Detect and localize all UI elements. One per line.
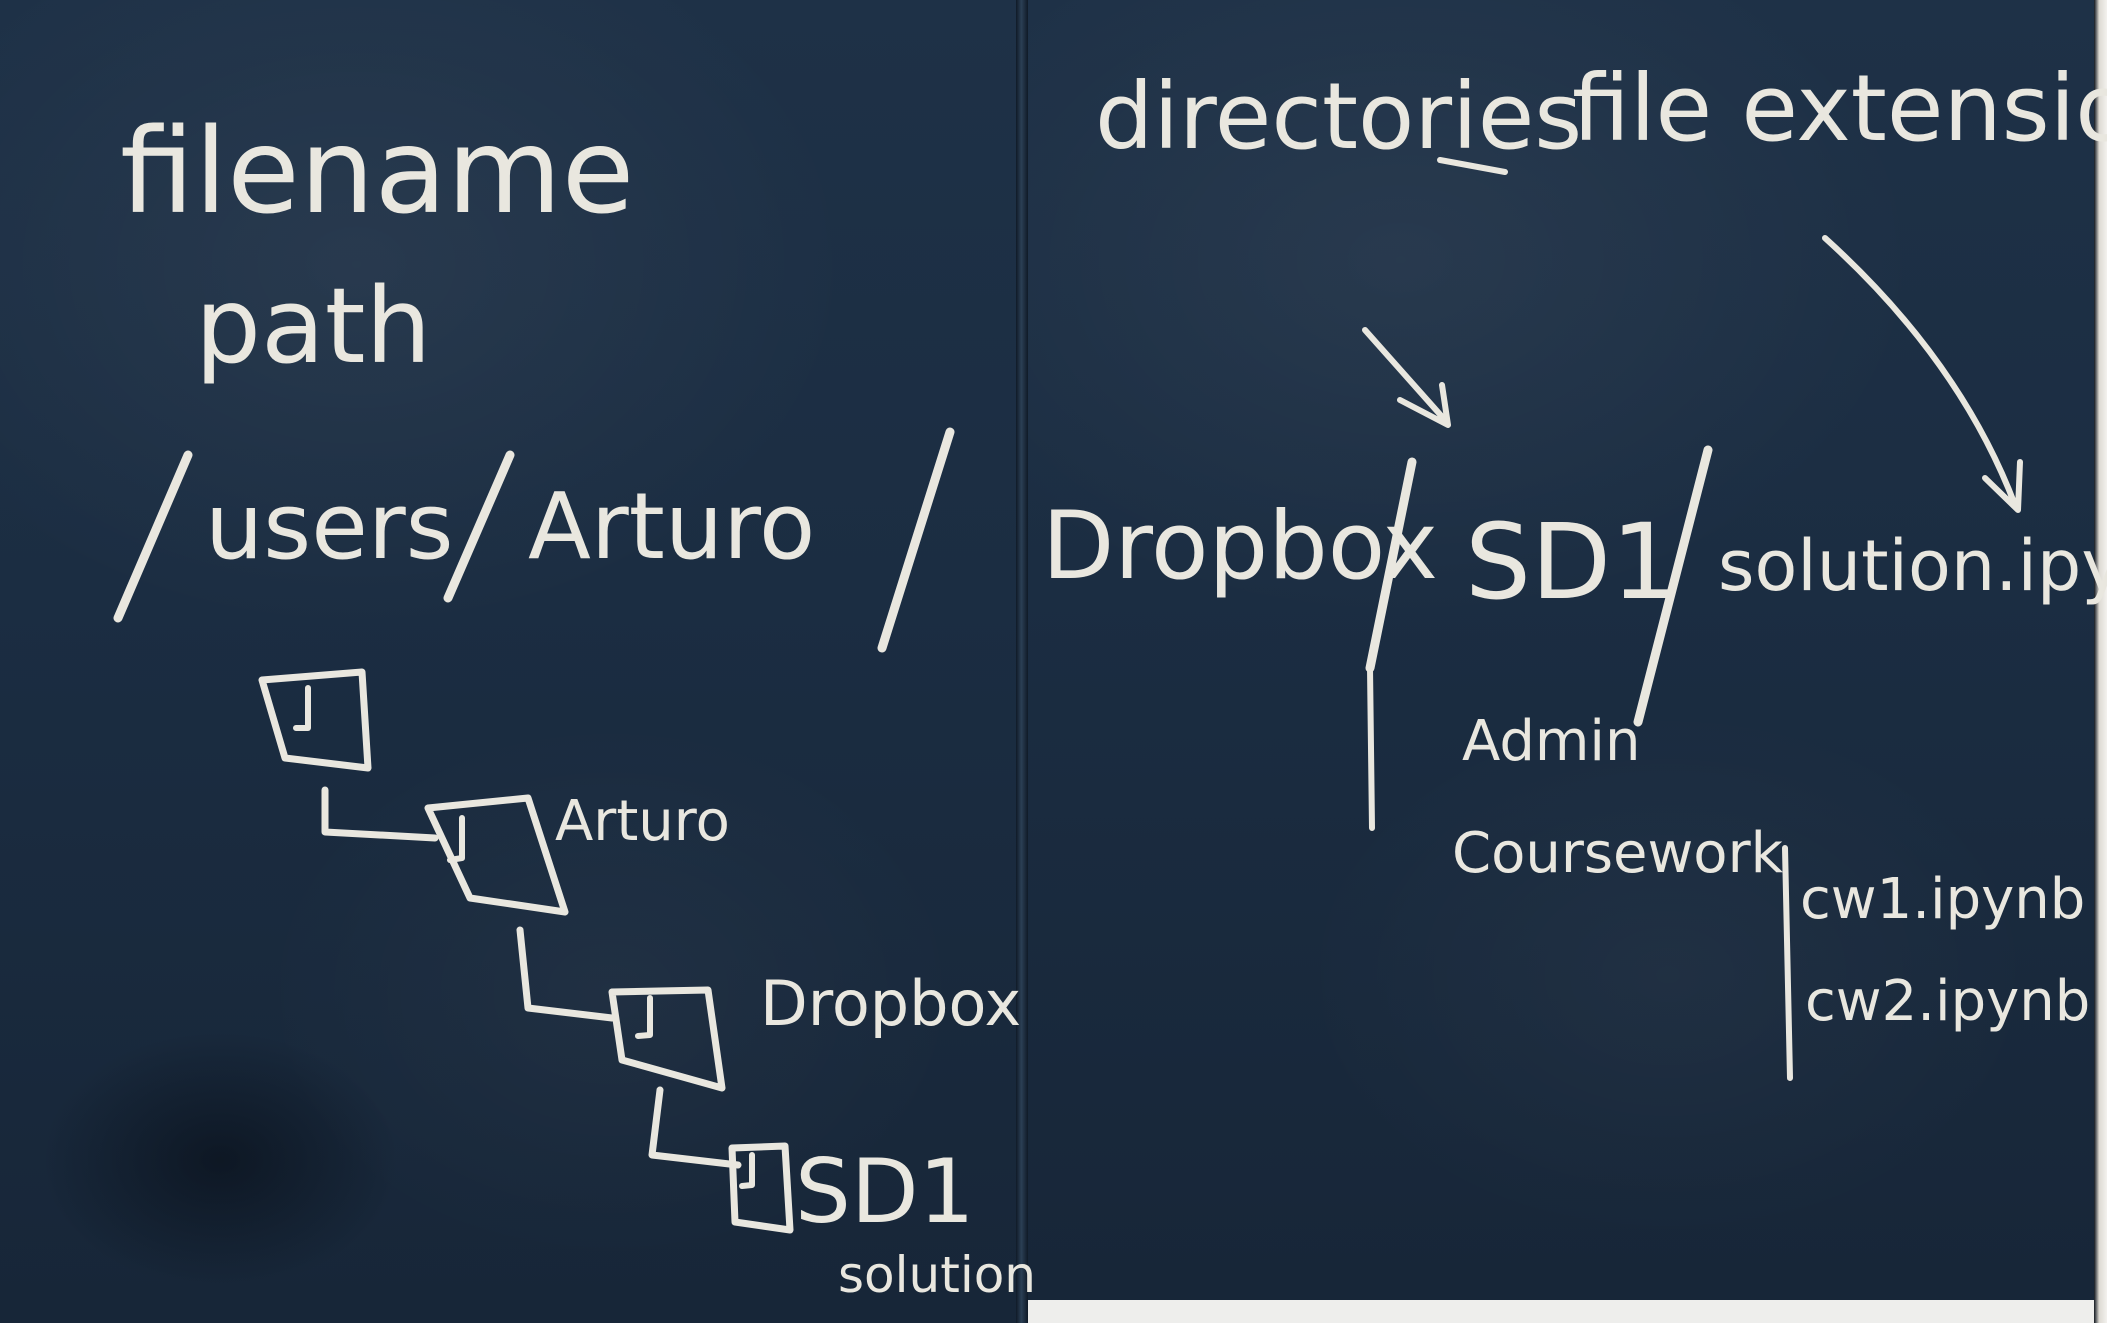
path-slash-1	[113, 450, 193, 623]
path-segment-dropbox: Dropbox	[1042, 492, 1438, 601]
tree-connector	[321, 786, 439, 842]
path-slash-3	[877, 427, 955, 653]
coursework-file-cw1: cw1.ipynb	[1800, 867, 2085, 932]
label-directories: directories	[1095, 63, 1582, 170]
directories-arrow	[1362, 327, 1451, 428]
folder-icon-mark	[293, 685, 311, 731]
chalkboard-photo: filename path users Arturo Arturo Dropbo…	[0, 0, 2107, 1323]
dropbox-contents-line	[1367, 665, 1375, 831]
sub-folder-coursework: Coursework	[1452, 821, 1784, 886]
heading-filename: filename	[120, 102, 634, 240]
folder-icon	[258, 668, 372, 772]
tree-label-solution: solution	[838, 1246, 1036, 1304]
folder-icon	[424, 794, 569, 916]
tree-label-sd1: SD1	[795, 1140, 975, 1243]
label-file-extension: file extension	[1572, 55, 2107, 162]
file-name-solution: solution.ipynb	[1718, 525, 2107, 607]
folder-icon-mark	[635, 995, 653, 1039]
sub-folder-admin: Admin	[1462, 709, 1640, 774]
extension-arrow	[1822, 235, 2023, 513]
tree-label-arturo: Arturo	[555, 789, 730, 854]
folder-icon	[608, 986, 726, 1092]
path-slash-2	[443, 450, 515, 603]
chalk-writing: filename path users Arturo Arturo Dropbo…	[113, 55, 2107, 1304]
tree-label-dropbox: Dropbox	[760, 967, 1021, 1040]
tree-connector	[516, 926, 616, 1022]
tree-connector	[648, 1086, 742, 1169]
path-segment-arturo: Arturo	[528, 473, 815, 580]
coursework-file-cw2: cw2.ipynb	[1805, 969, 2090, 1034]
coursework-contents-line	[1782, 845, 1793, 1081]
path-segment-users: users	[205, 473, 454, 580]
path-segment-sd1: SD1	[1465, 501, 1677, 623]
folder-tree-diagram: Arturo Dropbox SD1 solution	[258, 668, 1036, 1304]
heading-path: path	[195, 265, 431, 387]
folder-icon-mark	[739, 1152, 755, 1189]
